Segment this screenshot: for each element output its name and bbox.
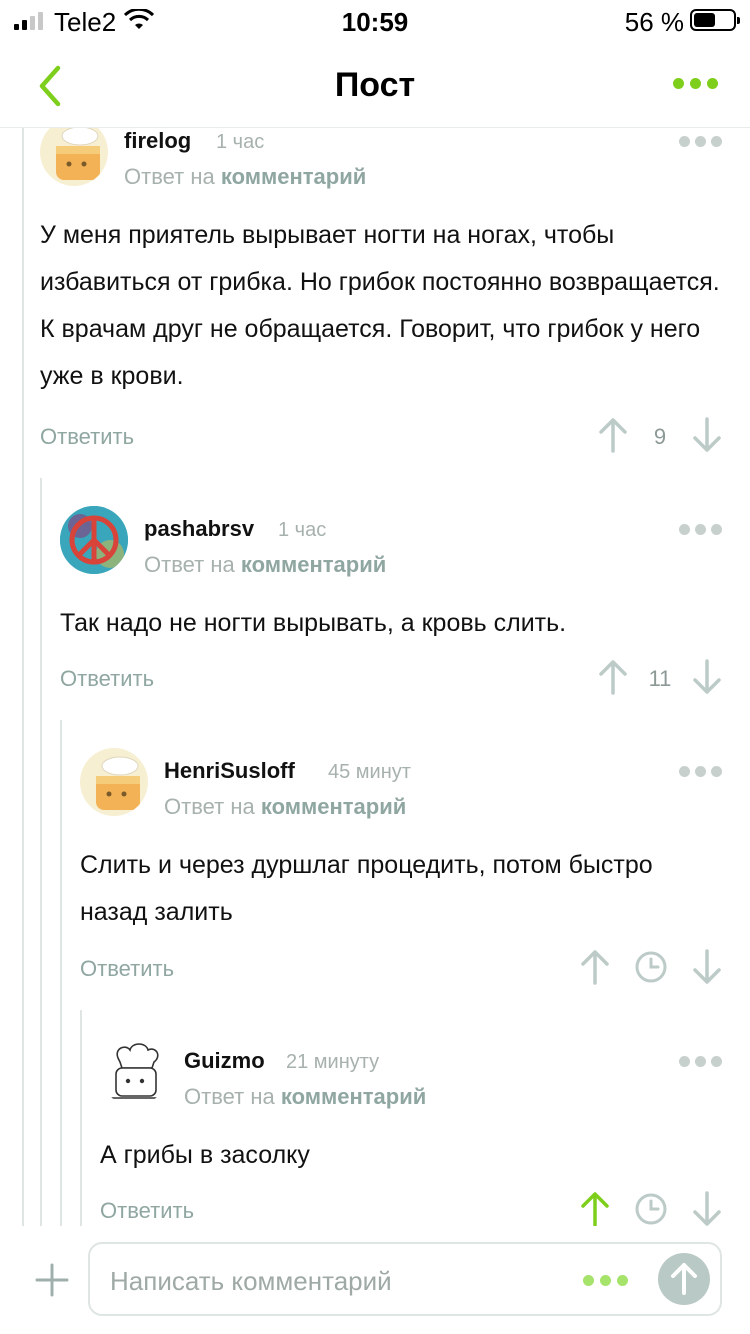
comment-item: pashabrsv 1 час Ответ на комментарий Так… <box>60 506 730 716</box>
reply-button[interactable]: Ответить <box>100 1198 194 1224</box>
comment-text: А грибы в засолку <box>100 1141 310 1169</box>
avatar <box>80 748 148 816</box>
comment-item: HenriSusloff 45 минут Ответ на комментар… <box>80 748 730 1008</box>
comment-input[interactable]: Написать комментарий <box>88 1242 722 1316</box>
reply-to-line: Ответ на комментарий <box>164 794 407 819</box>
comment-item: Guizmo 21 минуту Ответ на комментарий А … <box>100 1038 730 1226</box>
comment-time: 45 минут <box>328 761 411 783</box>
thread-line <box>60 720 62 1226</box>
arrow-down-icon[interactable] <box>690 948 724 986</box>
avatar <box>100 1038 168 1106</box>
plus-icon[interactable] <box>34 1262 70 1298</box>
comment-author[interactable]: Guizmo <box>184 1048 265 1074</box>
battery-percent: 56 % <box>624 7 684 37</box>
thread-line <box>40 478 42 1226</box>
comment-time: 21 минуту <box>286 1051 380 1073</box>
reply-to-line: Ответ на комментарий <box>144 552 387 577</box>
comment-text: Так надо не ногти вырывать, а кровь слит… <box>60 609 567 637</box>
reply-to-link[interactable]: комментарий <box>261 794 406 819</box>
reply-button[interactable]: Ответить <box>80 956 174 982</box>
arrow-down-icon[interactable] <box>690 416 724 454</box>
comment-score: 9 <box>653 424 667 449</box>
status-bar: Tele2 10:59 56 % <box>0 0 750 44</box>
clock-icon <box>635 951 667 983</box>
comment-more-icon[interactable] <box>679 766 722 777</box>
send-button[interactable] <box>658 1253 710 1305</box>
comment-author[interactable]: pashabrsv <box>144 516 254 542</box>
reply-to-line: Ответ на комментарий <box>184 1084 427 1109</box>
send-arrow-icon <box>671 1263 697 1295</box>
avatar <box>40 128 108 186</box>
comment-author[interactable]: HenriSusloff <box>164 758 295 784</box>
top-navigation-bar: Пост <box>0 44 750 128</box>
reply-to-link[interactable]: комментарий <box>281 1084 426 1109</box>
page-title: Пост <box>334 66 416 104</box>
avatar <box>60 506 128 574</box>
arrow-up-icon[interactable] <box>578 948 612 986</box>
comment-score: 11 <box>648 666 672 691</box>
arrow-up-icon[interactable] <box>596 416 630 454</box>
formatting-dots-icon[interactable] <box>583 1275 628 1286</box>
comments-feed[interactable]: firelog 1 час Ответ на комментарий У мен… <box>0 128 750 1226</box>
comment-input-placeholder: Написать комментарий <box>110 1266 392 1296</box>
comment-more-icon[interactable] <box>679 1056 722 1067</box>
reply-to-line: Ответ на комментарий <box>124 164 367 189</box>
arrow-up-icon[interactable] <box>578 1190 612 1226</box>
battery-icon <box>690 9 740 31</box>
comment-author[interactable]: firelog <box>124 128 191 154</box>
reply-button[interactable]: Ответить <box>60 666 154 692</box>
arrow-up-icon[interactable] <box>596 658 630 696</box>
comment-time: 1 час <box>216 131 265 153</box>
clock-icon <box>635 1193 667 1225</box>
reply-button[interactable]: Ответить <box>40 424 134 450</box>
arrow-down-icon[interactable] <box>690 658 724 696</box>
comment-more-icon[interactable] <box>679 524 722 535</box>
reply-to-link[interactable]: комментарий <box>221 164 366 189</box>
comment-more-icon[interactable] <box>679 136 722 147</box>
more-options-icon[interactable] <box>673 78 718 89</box>
reply-to-link[interactable]: комментарий <box>241 552 386 577</box>
comment-composer: Написать комментарий <box>0 1226 750 1334</box>
comment-text: Слить и через дуршлаг процедить, потом б… <box>80 851 653 926</box>
comment-time: 1 час <box>278 519 327 541</box>
comment-item: firelog 1 час Ответ на комментарий У мен… <box>40 128 730 468</box>
arrow-down-icon[interactable] <box>690 1190 724 1226</box>
comment-text: У меня приятель вырывает ногти на ногах,… <box>40 221 720 390</box>
thread-line <box>80 1010 82 1226</box>
thread-line <box>22 128 24 1226</box>
